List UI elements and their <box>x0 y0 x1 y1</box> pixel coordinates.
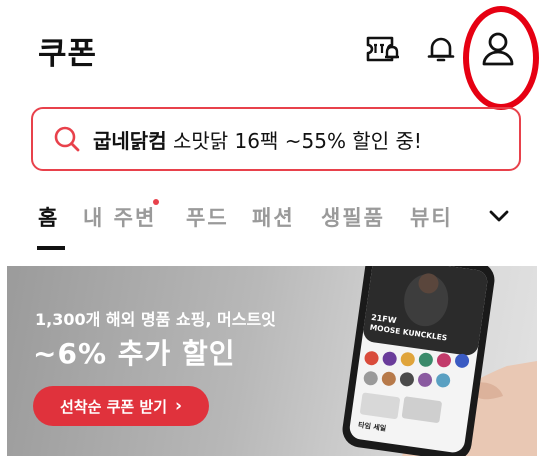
search-query: 굽네닭컴 소맛닭 16팩 ~55% 할인 중! <box>93 125 422 154</box>
highlight-circle <box>463 6 539 110</box>
active-tab-underline <box>37 246 65 250</box>
search-bar[interactable]: 굽네닭컴 소맛닭 16팩 ~55% 할인 중! <box>31 107 521 171</box>
banner-headline: ~6% 추가 할인 <box>33 337 236 370</box>
coupon-icon[interactable] <box>365 34 399 64</box>
bell-icon[interactable] <box>426 34 456 64</box>
promo-banner[interactable]: 1,300개 해외 명품 쇼핑, 머스트잇 ~6% 추가 할인 선착순 쿠폰 받… <box>7 266 537 456</box>
category-tabs: 홈 내 주변 푸드 패션 생필품 뷰티 <box>0 194 543 250</box>
chevron-right-icon: › <box>175 396 183 416</box>
tab-beauty[interactable]: 뷰티 <box>410 202 453 232</box>
tab-home[interactable]: 홈 <box>38 202 59 232</box>
tab-food[interactable]: 푸드 <box>186 202 229 232</box>
banner-subtitle: 1,300개 해외 명품 쇼핑, 머스트잇 <box>35 310 276 329</box>
chevron-down-icon[interactable] <box>487 208 511 228</box>
search-icon <box>54 126 80 152</box>
search-text: 소맛닭 16팩 ~55% 할인 중! <box>172 128 422 153</box>
banner-coupon-button[interactable]: 선착순 쿠폰 받기 › <box>33 386 209 426</box>
app-header: 쿠폰 <box>0 0 543 110</box>
tab-nearby[interactable]: 내 주변 <box>83 202 156 232</box>
search-brand: 굽네닭컴 <box>93 128 167 153</box>
new-badge-dot <box>153 199 159 205</box>
page-title: 쿠폰 <box>38 36 98 72</box>
tab-fashion[interactable]: 패션 <box>252 202 295 232</box>
banner-button-label: 선착순 쿠폰 받기 <box>59 397 168 416</box>
phone-hand-image: 21FW MOOSE KUNCKLES 타임 세일 <box>342 266 537 456</box>
tab-daily-necessities[interactable]: 생필품 <box>321 202 385 232</box>
